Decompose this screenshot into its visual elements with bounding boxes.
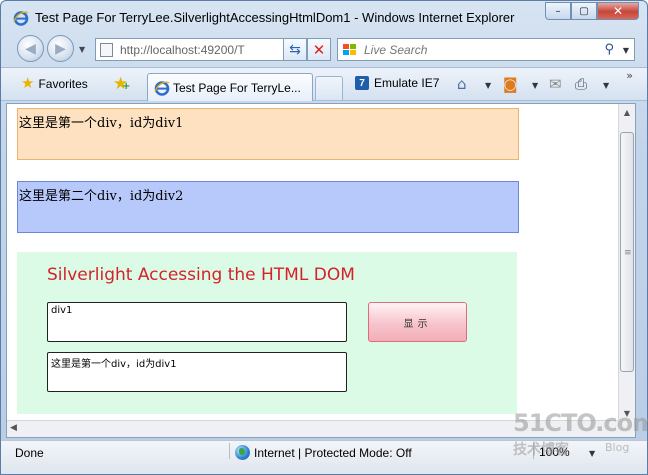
zone-text: Internet | Protected Mode: Off [254, 445, 412, 460]
div2-text: 这里是第二个div，id为div2 [19, 189, 184, 204]
print-dropdown-icon[interactable]: ▼ [603, 81, 609, 90]
refresh-icon: ⇆ [289, 41, 301, 58]
more-commands-chevron-icon[interactable]: » [626, 69, 633, 82]
live-search-icon [343, 44, 356, 55]
search-magnifier-icon[interactable]: ⚲ [604, 42, 614, 57]
window-title: Test Page For TerryLee.SilverlightAccess… [35, 10, 515, 25]
new-tab-button[interactable] [315, 76, 343, 100]
search-box[interactable]: Live Search ⚲ ▼ [337, 38, 635, 61]
feeds-icon[interactable]: ◙ [503, 75, 518, 93]
horizontal-scrollbar[interactable]: ◀ [7, 420, 620, 437]
vertical-scrollbar[interactable]: ▲ ≡ ▼ [618, 104, 635, 422]
vertical-scroll-thumb[interactable]: ≡ [620, 132, 634, 372]
stop-icon: ✕ [312, 40, 326, 59]
page-viewport: 这里是第一个div，id为div1 这里是第二个div，id为div2 Silv… [6, 103, 636, 438]
favorites-button[interactable]: ★ Favorites [21, 76, 88, 91]
forward-button[interactable]: ▶ [47, 35, 74, 62]
ie-logo-icon [13, 11, 29, 26]
print-icon[interactable]: ⎙ [575, 75, 587, 93]
status-bar: Done Internet | Protected Mode: Off 100%… [1, 440, 647, 474]
home-icon[interactable]: ⌂ [457, 75, 467, 93]
caption-buttons: – ▢ ✕ [545, 2, 639, 20]
div1-text: 这里是第一个div，id为div1 [19, 116, 184, 131]
security-zone[interactable]: Internet | Protected Mode: Off [235, 445, 412, 460]
status-separator [533, 443, 534, 459]
search-options-dropdown-icon[interactable]: ▼ [623, 46, 629, 55]
stop-button[interactable]: ✕ [307, 38, 331, 61]
add-favorite-button[interactable]: ★ + [113, 74, 131, 94]
zoom-level[interactable]: 100% [539, 445, 570, 459]
tab-test-page[interactable]: Test Page For TerryLe... [147, 73, 313, 101]
navigation-bar: ◀ ▶ ▼ http://localhost:49200/T ⇆ ✕ Live … [1, 33, 647, 65]
status-text: Done [15, 446, 44, 460]
emulate-ie7-button[interactable]: 7 Emulate IE7 [355, 76, 439, 90]
refresh-button[interactable]: ⇆ [283, 38, 307, 61]
scroll-grip-icon: ≡ [624, 248, 632, 258]
div2-box: 这里是第二个div，id为div2 [17, 181, 519, 233]
tab-command-bar: ★ Favorites ★ + Test Page For TerryLe... … [1, 67, 647, 101]
status-separator [229, 443, 230, 459]
tab-label: Test Page For TerryLe... [173, 81, 301, 95]
zoom-dropdown-icon[interactable]: ▼ [589, 449, 595, 458]
minimize-button[interactable]: – [545, 2, 571, 20]
plus-icon: + [122, 81, 131, 92]
star-icon: ★ [21, 75, 35, 92]
element-content-output[interactable]: 这里是第一个div，id为div1 [47, 352, 347, 392]
mail-icon[interactable]: ✉ [549, 75, 562, 93]
div1-box: 这里是第一个div，id为div1 [17, 108, 519, 160]
show-button[interactable]: 显示 [368, 302, 467, 342]
favorites-label: Favorites [38, 76, 88, 91]
scrollbar-corner [618, 420, 635, 437]
back-button[interactable]: ◀ [17, 35, 44, 62]
recent-pages-dropdown-icon[interactable]: ▼ [79, 45, 85, 54]
search-placeholder[interactable]: Live Search [364, 43, 427, 57]
silverlight-title: Silverlight Accessing the HTML DOM [47, 265, 355, 285]
forward-arrow-icon: ▶ [55, 40, 66, 57]
element-id-input[interactable]: div1 [47, 302, 347, 342]
browser-window: Test Page For TerryLee.SilverlightAccess… [0, 0, 648, 475]
page-icon [100, 43, 113, 57]
emulate-label: Emulate IE7 [374, 76, 440, 90]
back-arrow-icon: ◀ [25, 40, 36, 57]
home-dropdown-icon[interactable]: ▼ [485, 81, 491, 90]
close-button[interactable]: ✕ [597, 2, 639, 20]
feeds-dropdown-icon[interactable]: ▼ [532, 81, 538, 90]
address-url[interactable]: http://localhost:49200/T [120, 43, 245, 57]
scroll-left-arrow-icon[interactable]: ◀ [10, 423, 17, 433]
globe-icon [235, 445, 250, 460]
silverlight-plugin-area: Silverlight Accessing the HTML DOM div1 … [17, 252, 517, 414]
maximize-button[interactable]: ▢ [571, 2, 597, 20]
ie7-badge-icon: 7 [355, 76, 369, 90]
title-bar: Test Page For TerryLee.SilverlightAccess… [1, 1, 647, 33]
scroll-up-arrow-icon[interactable]: ▲ [619, 104, 635, 121]
ie-logo-icon [154, 81, 170, 96]
